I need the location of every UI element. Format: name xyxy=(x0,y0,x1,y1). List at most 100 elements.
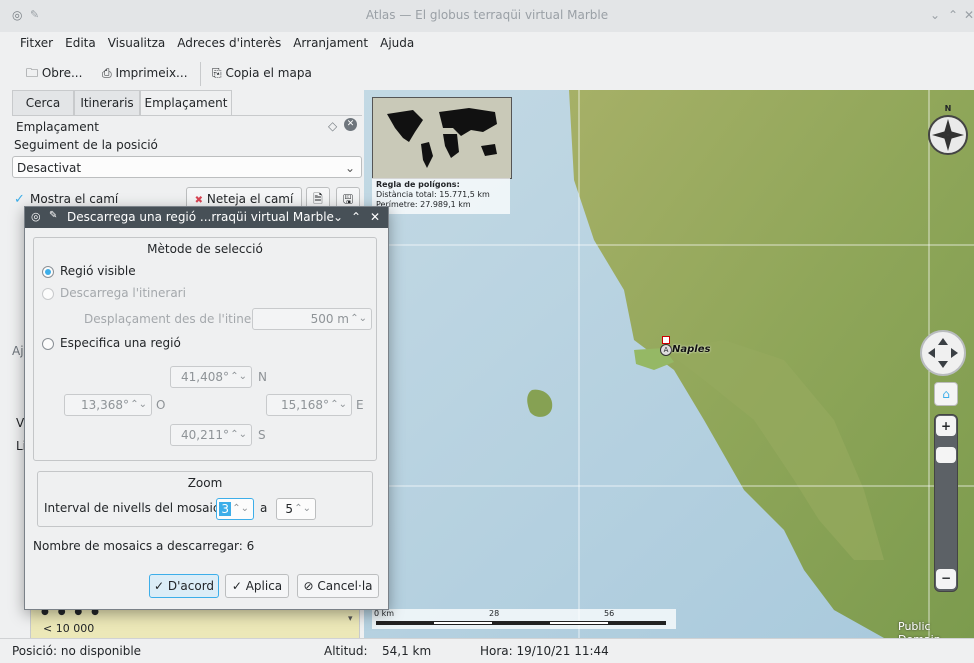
copy-map-label: Copia el mapa xyxy=(225,66,312,80)
spin-arrows-icon: ⌃⌄ xyxy=(130,399,147,410)
license-label: Public Domain xyxy=(898,620,941,638)
level-from-value: 3 xyxy=(219,502,231,516)
download-route-label: Descarrega l'itinerari xyxy=(60,286,186,300)
route-offset-spinbox[interactable]: 500 m ⌃⌄ xyxy=(252,308,372,330)
close-icon[interactable]: ✕ xyxy=(964,8,974,22)
south-value: 40,211° xyxy=(181,428,229,442)
minimize-icon[interactable]: ⌄ xyxy=(930,8,940,22)
status-time: Hora: 19/10/21 11:44 xyxy=(480,644,609,658)
zoom-group-title: Zoom xyxy=(187,476,223,490)
dialog-minimize-icon[interactable]: ⌄ xyxy=(333,210,343,224)
zoom-slider[interactable]: + − xyxy=(934,414,958,592)
route-offset-value: 500 m xyxy=(310,312,349,326)
home-icon[interactable]: ⌂ xyxy=(934,382,958,406)
close-panel-icon[interactable]: ✕ xyxy=(344,118,357,131)
download-route-radio[interactable] xyxy=(42,288,54,300)
map-view[interactable]: Regla de polígons: Distància total: 15.7… xyxy=(364,90,974,638)
polygon-ruler-info: Regla de polígons: Distància total: 15.7… xyxy=(372,178,510,214)
menu-help[interactable]: Ajuda xyxy=(374,32,420,54)
tab-routing[interactable]: Itineraris xyxy=(74,90,140,116)
world-overview-icon xyxy=(387,108,497,168)
pan-arrows-icon xyxy=(928,338,958,368)
partial-label-v: V xyxy=(16,416,25,430)
level-from-spinbox[interactable]: 3 ⌃⌄ xyxy=(216,498,254,520)
south-spinbox[interactable]: 40,211° ⌃⌄ xyxy=(170,424,252,446)
scale-bar: 0 km 28 56 xyxy=(372,609,676,629)
zoom-out-icon[interactable]: − xyxy=(936,569,956,589)
tracking-value: Desactivat xyxy=(17,161,82,175)
check-icon: ✓ xyxy=(153,579,165,593)
maximize-icon[interactable]: ⌃ xyxy=(948,8,958,22)
ruler-distance: Distància total: 15.771,5 km xyxy=(376,190,490,199)
north-unit: N xyxy=(258,370,267,384)
visible-region-label: Regió visible xyxy=(60,264,136,278)
scroll-down-icon[interactable]: ▾ xyxy=(348,614,358,638)
location-header: Emplaçament xyxy=(16,120,99,134)
show-path-checkbox[interactable]: ✓ xyxy=(14,192,25,207)
scale-label-0: 0 km xyxy=(374,609,395,618)
menu-settings[interactable]: Arranjament xyxy=(287,32,374,54)
cancel-label: Cancel·la xyxy=(317,579,373,593)
spin-arrows-icon: ⌃⌄ xyxy=(350,313,367,324)
compass-n: N xyxy=(944,104,952,113)
ruler-perimeter: Perímetre: 27.989,1 km xyxy=(376,200,471,209)
window-titlebar[interactable]: ◎ ✎ Atlas — El globus terraqüi virtual M… xyxy=(0,0,974,33)
menu-edit[interactable]: Edita xyxy=(59,32,102,54)
cancel-button[interactable]: ⊘ Cancel·la xyxy=(297,574,379,598)
menu-view[interactable]: Visualitza xyxy=(102,32,172,54)
tab-search[interactable]: Cerca xyxy=(12,90,74,116)
show-path-label: Mostra el camí xyxy=(30,192,119,206)
visible-region-radio[interactable] xyxy=(42,266,54,278)
scale-label-28: 28 xyxy=(489,609,500,618)
menu-file[interactable]: Fitxer xyxy=(0,32,59,54)
open-button[interactable]: 🗀 Obre... xyxy=(26,62,82,84)
document-icon: 🗎 xyxy=(313,192,323,206)
tile-count-label: Nombre de mosaics a descarregar: 6 xyxy=(33,539,255,553)
zoom-group: Zoom Interval de nivells del mosaic: 3 ⌃… xyxy=(37,471,373,527)
ruler-title: Regla de polígons: xyxy=(376,180,460,189)
float-icon[interactable]: ◇ xyxy=(328,119,337,133)
level-to-spinbox[interactable]: 5 ⌃⌄ xyxy=(276,498,316,520)
pan-control[interactable] xyxy=(920,330,966,376)
tab-location[interactable]: Emplaçament xyxy=(140,90,232,116)
spin-arrows-icon: ⌃⌄ xyxy=(294,503,311,514)
status-bar: Posició: no disponible Altitud: 54,1 km … xyxy=(0,638,974,663)
dialog-titlebar[interactable]: ◎ ✎ Descarrega una regió ...rraqüi virtu… xyxy=(25,207,388,228)
status-altitude-label: Altitud: xyxy=(324,644,368,658)
zoom-handle[interactable] xyxy=(936,447,956,463)
menu-bookmarks[interactable]: Adreces d'interès xyxy=(171,32,287,54)
city-marker-icon[interactable]: A xyxy=(660,336,672,362)
check-icon: ✓ xyxy=(231,579,242,593)
clear-path-label: Neteja el camí xyxy=(206,192,294,206)
dialog-app-icon: ◎ xyxy=(31,210,41,223)
printer-icon: ⎙ xyxy=(102,66,112,80)
dialog-maximize-icon[interactable]: ⌃ xyxy=(351,210,361,224)
tab-divider xyxy=(12,115,362,116)
dialog-close-icon[interactable]: ✕ xyxy=(370,210,380,224)
zoom-in-icon[interactable]: + xyxy=(936,416,956,436)
partial-label-aj: Aj xyxy=(12,344,24,358)
specify-region-radio[interactable] xyxy=(42,338,54,350)
east-spinbox[interactable]: 15,168° ⌃⌄ xyxy=(266,394,352,416)
east-unit: E xyxy=(356,398,364,412)
copy-icon: ⎘ xyxy=(212,66,222,80)
copy-map-button[interactable]: ⎘ Copia el mapa xyxy=(212,62,312,84)
apply-label: Aplica xyxy=(245,579,283,593)
scale-bar-line xyxy=(376,621,666,625)
status-altitude-value: 54,1 km xyxy=(382,644,432,658)
menubar: Fitxer Edita Visualitza Adreces d'interès Ar… xyxy=(0,32,974,56)
open-label: Obre... xyxy=(41,66,83,80)
ok-button[interactable]: ✓ D'acord xyxy=(149,574,219,598)
north-spinbox[interactable]: 41,408° ⌃⌄ xyxy=(170,366,252,388)
tracking-select[interactable]: Desactivat ⌄ xyxy=(12,156,362,178)
overview-map[interactable] xyxy=(372,97,512,179)
disk-icon: 🖫 xyxy=(342,192,354,206)
west-spinbox[interactable]: 13,368° ⌃⌄ xyxy=(64,394,152,416)
chevron-down-icon: ⌄ xyxy=(344,161,355,175)
print-button[interactable]: ⎙ Imprimeix... xyxy=(102,62,188,84)
east-value: 15,168° xyxy=(281,398,329,412)
scale-item: < 10 000 xyxy=(43,622,95,635)
apply-button[interactable]: ✓ Aplica xyxy=(225,574,289,598)
specify-region-label: Especifica una regió xyxy=(60,336,181,350)
dialog-pin-icon[interactable]: ✎ xyxy=(49,210,57,221)
